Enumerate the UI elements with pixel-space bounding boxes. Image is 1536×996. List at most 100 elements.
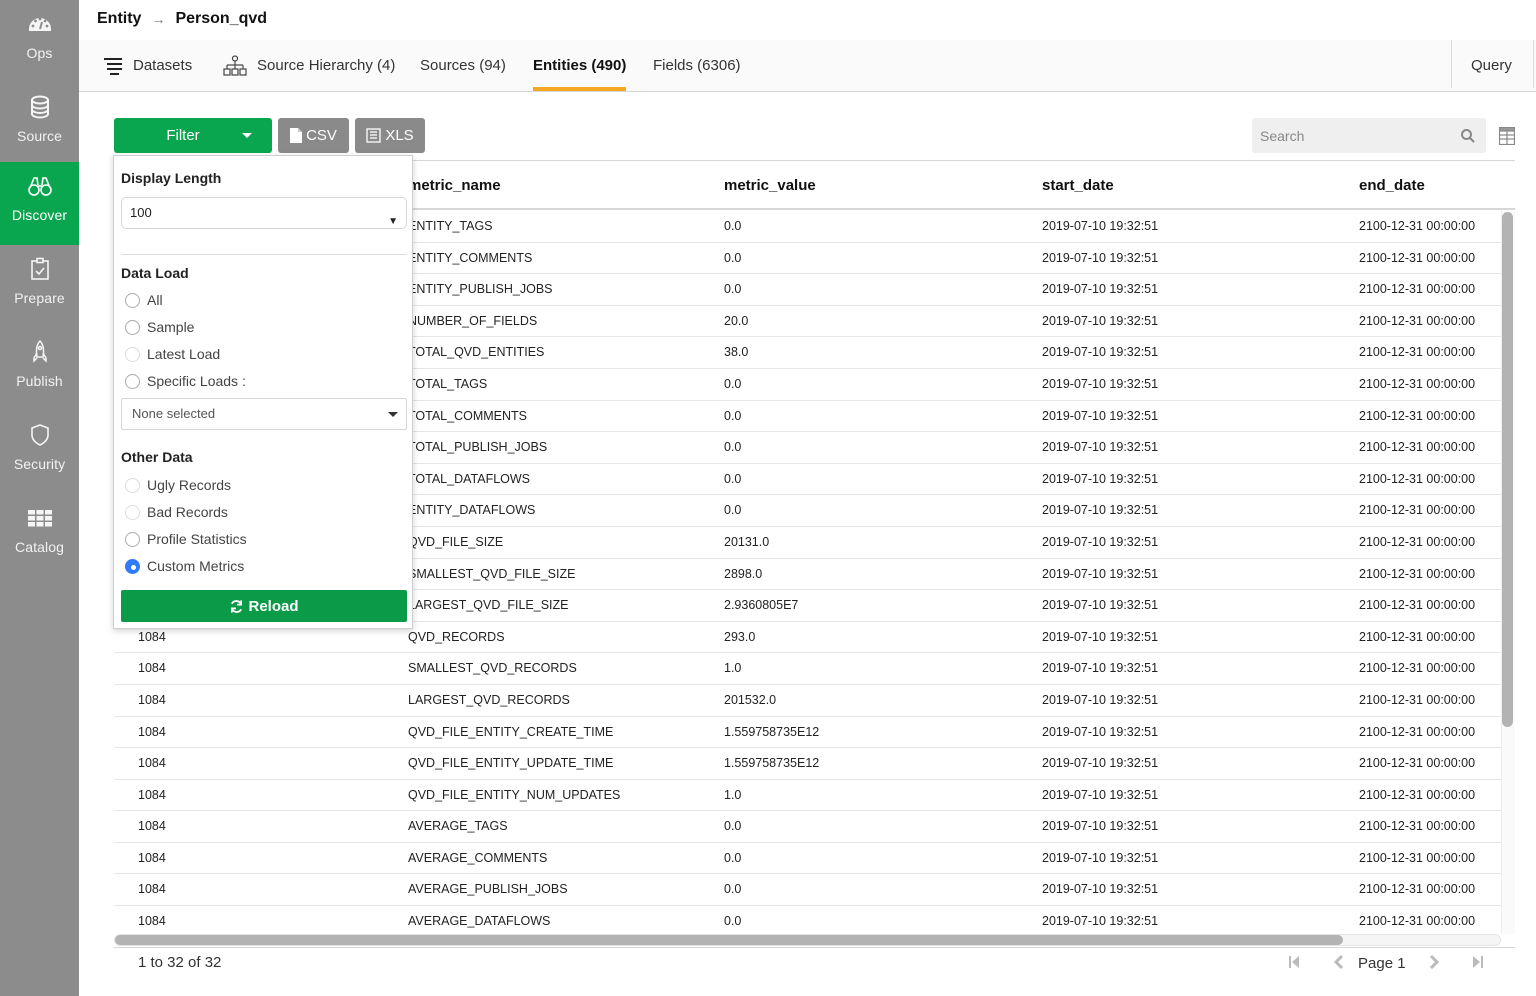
breadcrumb-current: Person_qvd — [175, 10, 268, 27]
sidebar-label: Publish — [16, 373, 63, 389]
sidebar-item-discover[interactable]: Discover — [0, 162, 79, 245]
cell-end-date: 2100-12-31 00:00:00 — [1359, 882, 1476, 897]
tab-label: Sources (94) — [420, 57, 506, 74]
cell-metric-name: QVD_RECORDS — [408, 629, 505, 644]
cell-start-date: 2019-07-10 19:32:51 — [1042, 692, 1159, 707]
last-page-icon — [1473, 956, 1483, 968]
xls-export-button[interactable]: XLS — [355, 118, 425, 153]
search-icon[interactable] — [1460, 128, 1476, 144]
table-row[interactable]: 1084 QVD_FILE_ENTITY_NUM_UPDATES 1.0 2019-0… — [114, 780, 1501, 812]
sidebar-item-catalog[interactable]: Catalog — [0, 494, 79, 577]
table-row[interactable]: 1084 AVERAGE_COMMENTS 0.0 2019-07-10 19:32:… — [114, 843, 1501, 875]
radio-custom-metrics[interactable]: Custom Metrics — [125, 558, 244, 574]
tab-query[interactable]: Query — [1471, 40, 1512, 91]
column-chooser-icon[interactable] — [1499, 127, 1515, 145]
sidebar-item-ops[interactable]: Ops — [0, 0, 79, 83]
breadcrumb-parent[interactable]: Entity — [97, 10, 141, 28]
column-header-end-date[interactable]: end_date — [1359, 161, 1425, 210]
reload-button[interactable]: Reload — [121, 590, 407, 622]
specific-loads-select[interactable]: None selected — [121, 398, 407, 430]
cell-start-date: 2019-07-10 19:32:51 — [1042, 282, 1159, 297]
radio-button-checked[interactable] — [125, 558, 140, 574]
radio-button[interactable] — [125, 477, 140, 493]
display-length-select[interactable]: 100 ▼ — [121, 197, 407, 229]
radio-button[interactable] — [125, 346, 140, 362]
sidebar-item-source[interactable]: Source — [0, 83, 79, 166]
table-row[interactable]: 1084 AVERAGE_PUBLISH_JOBS 0.0 2019-07-10 19… — [114, 874, 1501, 907]
cell-id: 1084 — [138, 661, 166, 676]
cell-start-date: 2019-07-10 19:32:51 — [1042, 345, 1159, 360]
last-page-button[interactable] — [1472, 954, 1484, 974]
cell-end-date: 2100-12-31 00:00:00 — [1359, 629, 1476, 644]
cell-start-date: 2019-07-10 19:32:51 — [1042, 376, 1159, 391]
sidebar-item-security[interactable]: Security — [0, 411, 79, 494]
cell-id: 1084 — [138, 787, 166, 802]
tab-source-hierarchy[interactable]: Source Hierarchy (4) — [223, 40, 395, 91]
table-row[interactable]: 1084 QVD_FILE_ENTITY_UPDATE_TIME 1.5597587… — [114, 748, 1501, 780]
cell-end-date: 2100-12-31 00:00:00 — [1359, 850, 1476, 865]
radio-button[interactable] — [125, 373, 140, 389]
breadcrumb-arrow-icon: → — [151, 11, 166, 27]
search-input[interactable] — [1252, 118, 1452, 153]
next-page-button[interactable] — [1428, 954, 1440, 974]
radio-label: Specific Loads : — [147, 373, 246, 389]
radio-specific-loads[interactable]: Specific Loads : — [125, 373, 246, 389]
cell-start-date: 2019-07-10 19:32:51 — [1042, 629, 1159, 644]
tab-datasets[interactable]: Datasets — [103, 40, 192, 91]
radio-button[interactable] — [125, 531, 140, 547]
filter-button[interactable]: Filter — [114, 118, 272, 153]
cell-metric-name: QVD_FILE_ENTITY_NUM_UPDATES — [408, 787, 621, 802]
radio-label: Sample — [147, 319, 195, 335]
database-icon — [30, 95, 49, 119]
table-row[interactable]: 1084 AVERAGE_TAGS 0.0 2019-07-10 19:32:51 21… — [114, 811, 1501, 843]
table-row[interactable]: 1084 QVD_FILE_ENTITY_CREATE_TIME 1.5597587… — [114, 717, 1501, 749]
radio-label: Latest Load — [147, 346, 221, 362]
cell-metric-name: TOTAL_PUBLISH_JOBS — [408, 440, 548, 455]
vertical-scrollbar-thumb[interactable] — [1502, 212, 1513, 727]
tab-label: Query — [1471, 57, 1512, 74]
tab-label: Datasets — [133, 57, 193, 74]
horizontal-scrollbar-thumb[interactable] — [115, 935, 1343, 945]
first-page-button[interactable] — [1288, 954, 1300, 974]
chevron-left-icon — [1333, 954, 1344, 970]
divider — [1533, 40, 1534, 88]
cell-metric-name: QVD_FILE_SIZE — [408, 534, 504, 549]
radio-all[interactable]: All — [125, 292, 163, 308]
radio-label: Profile Statistics — [147, 531, 247, 547]
cell-end-date: 2100-12-31 00:00:00 — [1359, 819, 1476, 834]
radio-latest-load[interactable]: Latest Load — [125, 346, 220, 362]
cell-start-date: 2019-07-10 19:32:51 — [1042, 882, 1159, 897]
tab-entities[interactable]: Entities (490) — [533, 40, 627, 91]
radio-button[interactable] — [125, 504, 140, 520]
previous-page-button[interactable] — [1333, 954, 1345, 974]
caret-down-icon — [388, 412, 398, 417]
tab-label: Source Hierarchy (4) — [257, 57, 396, 74]
cell-metric-value: 1.0 — [724, 787, 742, 802]
radio-label: All — [147, 292, 163, 308]
table-row[interactable]: 1084 SMALLEST_QVD_RECORDS 1.0 2019-07-10 19… — [114, 653, 1501, 685]
column-header-metric-value[interactable]: metric_value — [724, 161, 816, 210]
tab-sources[interactable]: Sources (94) — [420, 40, 506, 91]
csv-export-button[interactable]: CSV — [278, 118, 349, 153]
cell-start-date: 2019-07-10 19:32:51 — [1042, 440, 1159, 455]
caret-down-icon — [242, 133, 252, 138]
chevron-right-icon — [1429, 954, 1440, 970]
radio-ugly-records[interactable]: Ugly Records — [125, 477, 231, 493]
sidebar-item-prepare[interactable]: Prepare — [0, 245, 79, 328]
radio-button[interactable] — [125, 319, 140, 335]
radio-button[interactable] — [125, 292, 140, 308]
cell-metric-value: 0.0 — [724, 250, 742, 265]
radio-sample[interactable]: Sample — [125, 319, 194, 335]
table-row[interactable]: 1084 AVERAGE_DATAFLOWS 0.0 2019-07-10 19:32… — [114, 906, 1501, 934]
table-row[interactable]: 1084 LARGEST_QVD_RECORDS 201532.0 2019-07-1… — [114, 685, 1501, 717]
cell-id: 1084 — [138, 819, 166, 834]
column-header-metric-name[interactable]: metric_name — [408, 161, 501, 210]
binoculars-icon — [27, 177, 52, 196]
radio-bad-records[interactable]: Bad Records — [125, 504, 228, 520]
column-header-start-date[interactable]: start_date — [1042, 161, 1114, 210]
cell-id: 1084 — [138, 914, 166, 929]
divider — [121, 254, 407, 255]
tab-fields[interactable]: Fields (6306) — [653, 40, 741, 91]
radio-profile-statistics[interactable]: Profile Statistics — [125, 531, 247, 547]
sidebar-item-publish[interactable]: Publish — [0, 328, 79, 411]
